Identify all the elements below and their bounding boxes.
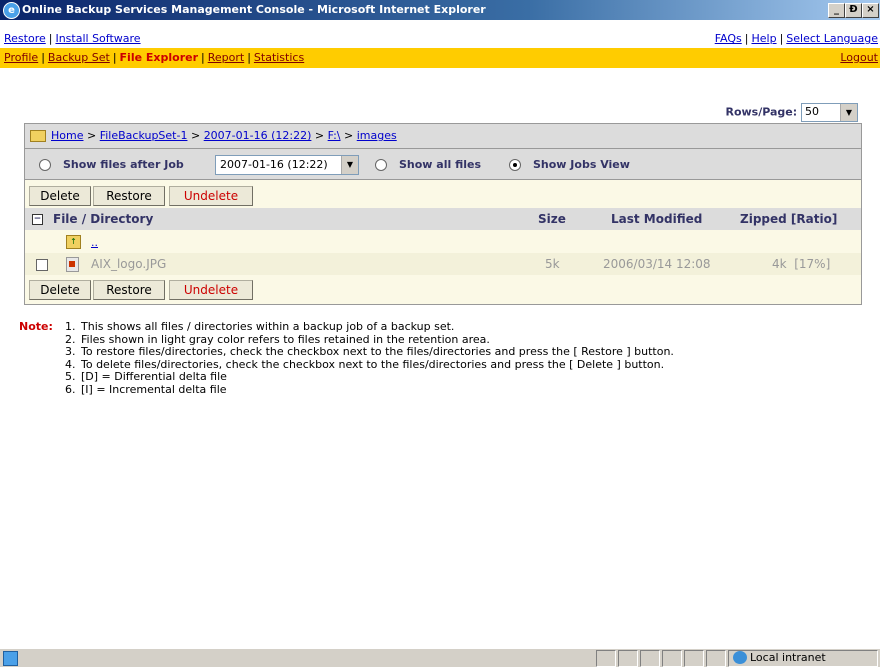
action-buttons-top: Delete Restore Undelete <box>25 182 861 208</box>
rows-per-page-select[interactable]: 50 ▼ <box>801 103 858 122</box>
page-icon <box>3 651 18 666</box>
status-cell <box>662 650 682 667</box>
main-nav: Profile | Backup Set | File Explorer | Report |… <box>0 48 880 68</box>
column-file-directory[interactable]: File / Directory <box>53 208 153 230</box>
select-language-link[interactable]: Select Language <box>786 32 878 45</box>
parent-directory-link[interactable]: .. <box>91 236 98 249</box>
faqs-link[interactable]: FAQs <box>715 32 742 45</box>
column-last-modified[interactable]: Last Modified <box>611 208 702 230</box>
help-link[interactable]: Help <box>751 32 776 45</box>
delete-button[interactable]: Delete <box>29 186 91 206</box>
status-bar: Local intranet <box>0 648 880 667</box>
show-jobs-view-label: Show Jobs View <box>533 158 630 171</box>
parent-directory-row: ↑ .. <box>25 232 861 252</box>
top-nav: Restore | Install Software FAQs | Help | Selec… <box>0 30 880 47</box>
breadcrumb-drive[interactable]: F:\ <box>328 129 341 142</box>
nav-statistics[interactable]: Statistics <box>254 51 304 64</box>
ie-icon: e <box>3 2 20 19</box>
restore-link[interactable]: Restore <box>4 32 46 45</box>
breadcrumb-images[interactable]: images <box>357 129 397 142</box>
image-file-icon <box>66 257 79 272</box>
note-item: 6. [I] = Incremental delta file <box>65 382 227 396</box>
status-cell <box>706 650 726 667</box>
action-buttons-bottom: Delete Restore Undelete <box>25 276 861 302</box>
note-label: Note: <box>19 320 53 333</box>
minimize-button[interactable]: _ <box>828 3 845 18</box>
breadcrumb-backup-set[interactable]: FileBackupSet-1 <box>100 129 188 142</box>
file-explorer-panel: Home > FileBackupSet-1 > 2007-01-16 (12:… <box>24 123 862 305</box>
chevron-down-icon[interactable]: ▼ <box>840 104 857 121</box>
security-zone: Local intranet <box>750 651 826 664</box>
delete-button[interactable]: Delete <box>29 280 91 300</box>
restore-button[interactable]: Restore <box>93 280 165 300</box>
folder-icon <box>30 130 46 142</box>
table-row: AIX_logo.JPG 5k 2006/03/14 12:08 4k [17%… <box>25 253 861 275</box>
table-header: − File / Directory Size Last Modified Zi… <box>25 208 861 230</box>
breadcrumb-home[interactable]: Home <box>51 129 83 142</box>
nav-file-explorer[interactable]: File Explorer <box>120 51 198 64</box>
close-button[interactable]: × <box>862 3 879 18</box>
show-files-after-job-radio[interactable] <box>39 159 51 171</box>
rows-per-page-label: Rows/Page: <box>725 105 798 119</box>
rows-per-page-value: 50 <box>805 105 819 118</box>
install-software-link[interactable]: Install Software <box>55 32 140 45</box>
job-select[interactable]: 2007-01-16 (12:22) ▼ <box>215 155 359 175</box>
status-cell <box>640 650 660 667</box>
show-all-files-radio[interactable] <box>375 159 387 171</box>
column-zipped-ratio[interactable]: Zipped [Ratio] <box>740 208 837 230</box>
window-title-bar: e Online Backup Services Management Cons… <box>0 0 880 20</box>
collapse-icon[interactable]: − <box>32 214 43 225</box>
file-name[interactable]: AIX_logo.JPG <box>91 253 166 275</box>
status-cell <box>684 650 704 667</box>
status-cell <box>596 650 616 667</box>
job-select-value: 2007-01-16 (12:22) <box>220 158 328 171</box>
column-size[interactable]: Size <box>538 208 566 230</box>
globe-icon <box>733 651 747 664</box>
file-last-modified: 2006/03/14 12:08 <box>603 257 711 271</box>
maximize-button[interactable]: Ɖ <box>845 3 862 18</box>
nav-profile[interactable]: Profile <box>4 51 38 64</box>
logout-link[interactable]: Logout <box>840 51 878 64</box>
breadcrumb: Home > FileBackupSet-1 > 2007-01-16 (12:… <box>25 124 861 149</box>
file-zipped-ratio: 4k [17%] <box>772 257 831 271</box>
window-title: Online Backup Services Management Consol… <box>22 3 486 16</box>
breadcrumb-job[interactable]: 2007-01-16 (12:22) <box>204 129 312 142</box>
row-checkbox[interactable] <box>36 259 48 271</box>
status-cell <box>618 650 638 667</box>
nav-backup-set[interactable]: Backup Set <box>48 51 110 64</box>
chevron-down-icon[interactable]: ▼ <box>341 156 358 174</box>
undelete-button[interactable]: Undelete <box>169 280 253 300</box>
folder-up-icon[interactable]: ↑ <box>66 235 81 249</box>
show-files-after-job-label: Show files after Job <box>63 158 184 171</box>
nav-report[interactable]: Report <box>208 51 244 64</box>
restore-button[interactable]: Restore <box>93 186 165 206</box>
rows-per-page: Rows/Page: 50 ▼ <box>725 103 858 122</box>
file-size: 5k <box>545 257 560 271</box>
show-jobs-view-radio[interactable] <box>509 159 521 171</box>
show-all-files-label: Show all files <box>399 158 482 171</box>
view-filter-bar: Show files after Job 2007-01-16 (12:22) … <box>25 149 861 180</box>
undelete-button[interactable]: Undelete <box>169 186 253 206</box>
